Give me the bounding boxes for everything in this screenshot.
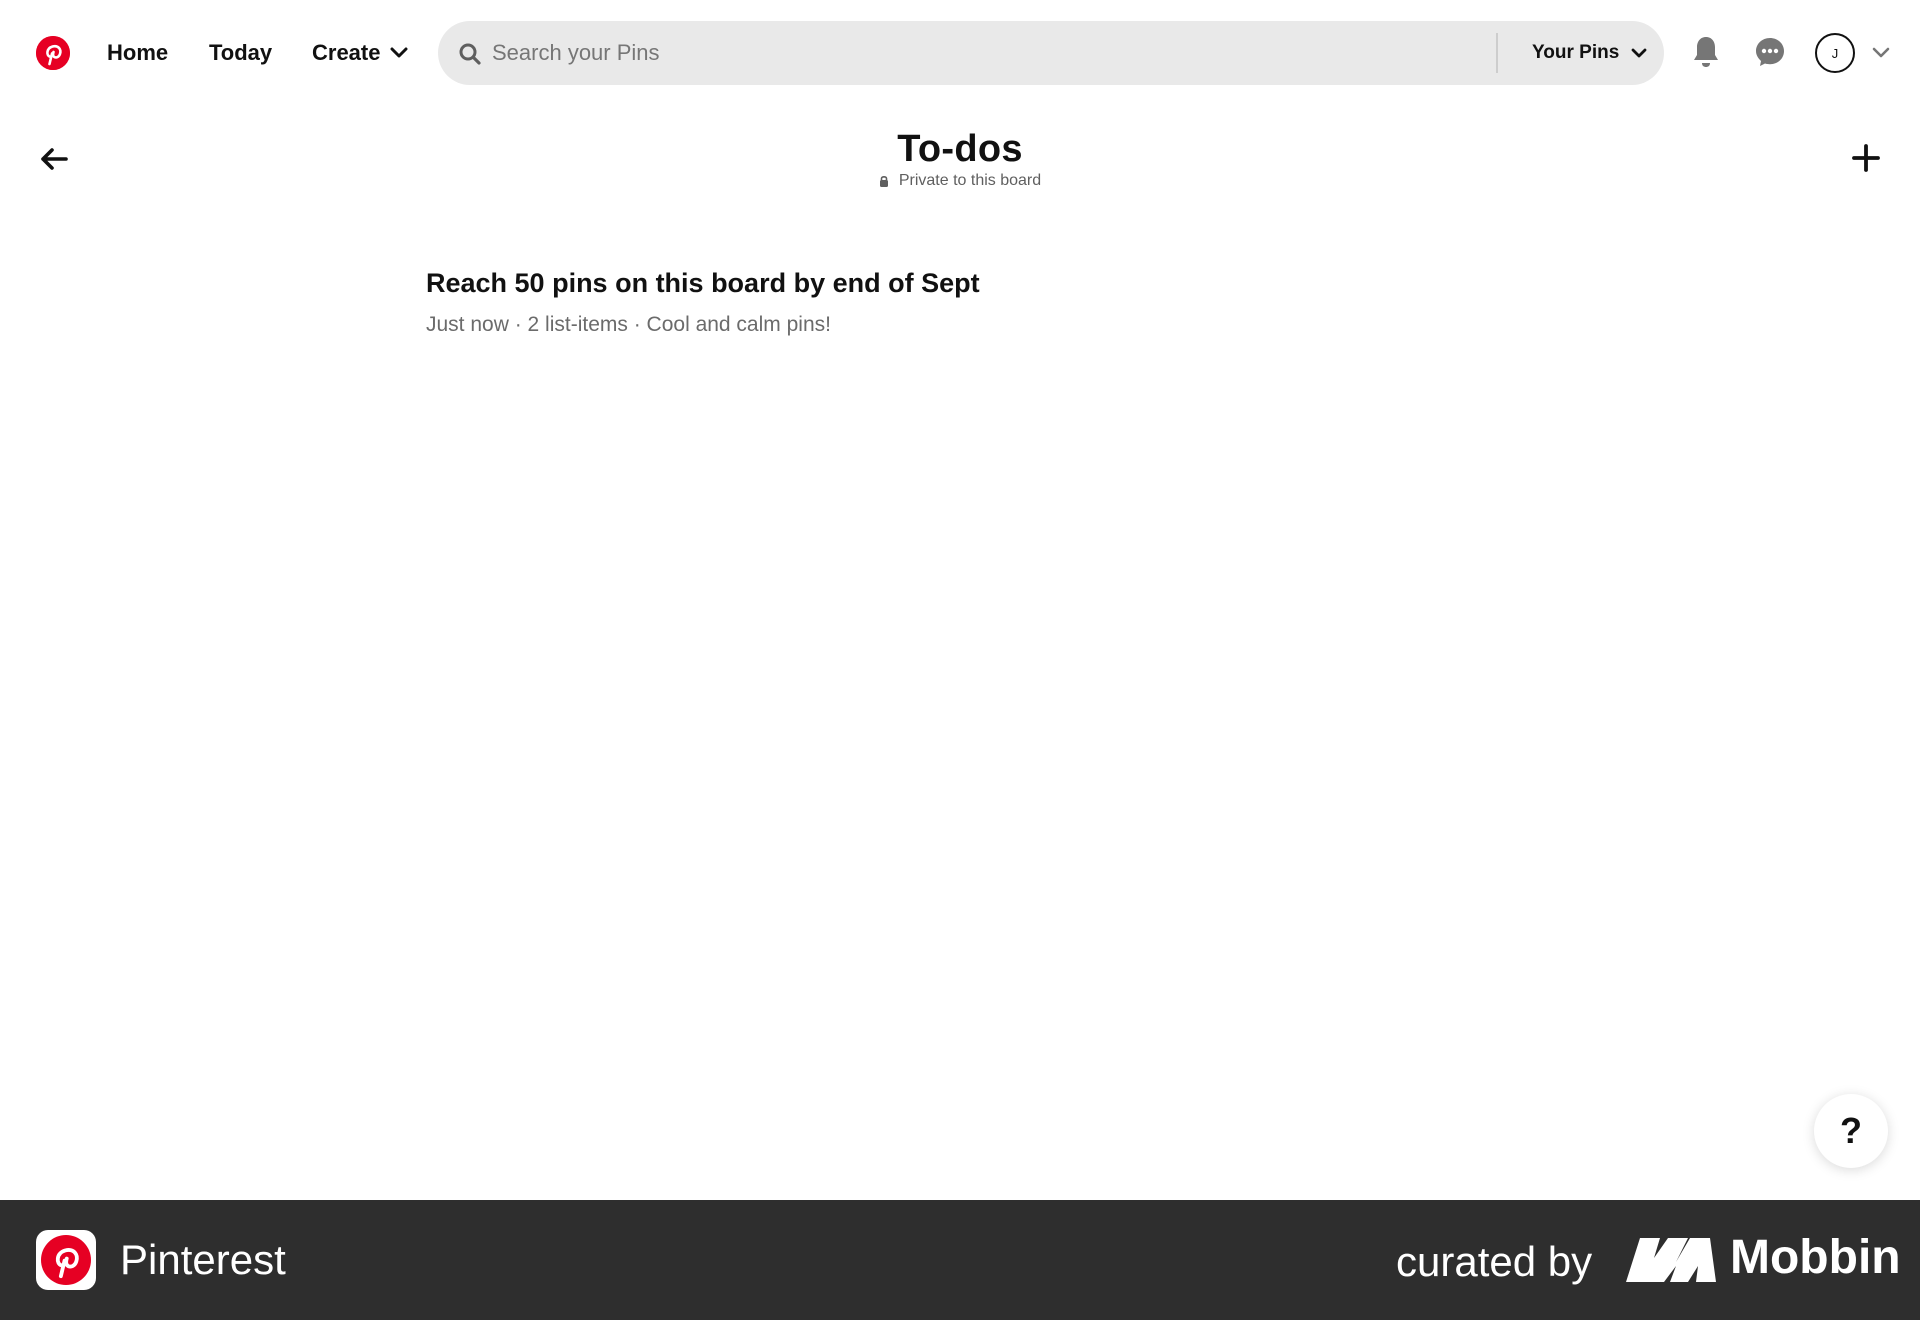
search-input[interactable] <box>492 35 1492 71</box>
add-plus-icon[interactable] <box>1848 140 1884 176</box>
pinterest-logo-icon[interactable] <box>36 36 70 70</box>
chevron-down-icon <box>390 47 408 58</box>
footer-mobbin-wordmark: Mobbin <box>1730 1231 1901 1284</box>
top-nav-bar: Home Today Create Your Pins <box>0 0 1920 106</box>
search-scope-label: Your Pins <box>1532 42 1620 63</box>
privacy-label: Private to this board <box>898 172 1042 189</box>
nav-create-label: Create <box>312 40 381 65</box>
messages-icon[interactable] <box>1752 34 1788 70</box>
board-privacy-status: Private to this board <box>0 172 1920 190</box>
lock-icon <box>879 175 888 187</box>
account-menu-chevron-down-icon[interactable] <box>1870 42 1892 64</box>
avatar[interactable]: J <box>1815 33 1855 73</box>
board-title: To-dos <box>897 128 1023 170</box>
avatar-initial: J <box>1831 45 1839 61</box>
nav-home-link[interactable]: Home <box>107 36 168 70</box>
help-question-icon: ? <box>1840 1110 1862 1151</box>
notifications-bell-icon[interactable] <box>1688 32 1724 72</box>
nav-create-dropdown[interactable]: Create <box>312 36 408 70</box>
footer-curated-by: curated by <box>1396 1238 1593 1285</box>
footer-app-name: Pinterest <box>120 1236 286 1283</box>
help-button[interactable]: ? <box>1814 1094 1888 1168</box>
chevron-down-icon <box>1631 48 1647 57</box>
nav-home-label: Home <box>107 40 169 65</box>
nav-today-label: Today <box>209 40 273 65</box>
list-item[interactable]: Reach 50 pins on this board by end of Se… <box>426 268 980 337</box>
note-title: Reach 50 pins on this board by end of Se… <box>426 268 980 298</box>
pinterest-app-icon <box>36 1230 96 1290</box>
search-icon <box>459 43 481 65</box>
search-scope-dropdown[interactable]: Your Pins <box>1532 35 1647 71</box>
search-bar: Your Pins <box>438 21 1664 85</box>
search-divider <box>1496 33 1498 73</box>
nav-today-link[interactable]: Today <box>209 36 272 70</box>
footer-banner: Pinterest curated by Mobbin <box>0 1200 1920 1320</box>
mobbin-logo-icon <box>1626 1238 1716 1282</box>
note-meta: Just now · 2 list-items · Cool and calm … <box>426 313 831 336</box>
